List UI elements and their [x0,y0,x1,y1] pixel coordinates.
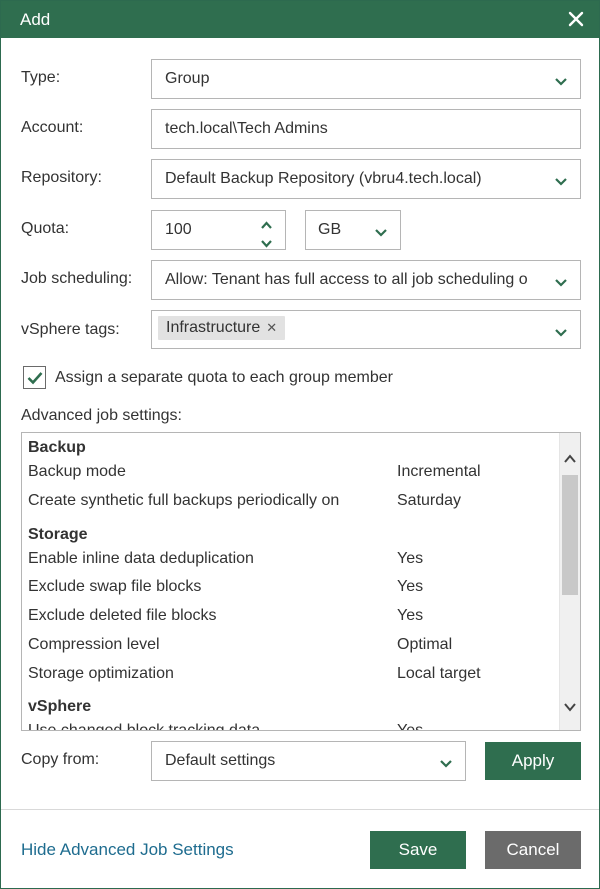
hide-advanced-settings-link[interactable]: Hide Advanced Job Settings [21,840,234,860]
setting-value: Yes [397,550,424,567]
quota-unit-select[interactable]: GB [305,210,401,250]
job-scheduling-value: Allow: Tenant has full access to all job… [165,271,528,288]
scrollbar-thumb[interactable] [562,475,578,595]
copy-from-select[interactable]: Default settings [151,741,466,781]
account-field[interactable]: tech.local\Tech Admins [151,109,581,149]
add-dialog: Add Type: Group Account: tech.local\Tech… [0,0,600,889]
chevron-up-icon[interactable] [563,451,577,463]
divider [1,809,599,810]
list-item[interactable]: Exclude deleted file blocks Yes [28,607,558,635]
type-select[interactable]: Group [151,59,581,99]
chevron-down-icon [554,325,568,337]
list-item[interactable]: Backup mode Incremental [28,463,558,491]
setting-name: Exclude swap file blocks [28,578,202,595]
quota-label: Quota: [21,220,70,237]
setting-value: Yes [397,607,424,624]
chevron-down-icon[interactable] [260,235,273,248]
job-scheduling-select[interactable]: Allow: Tenant has full access to all job… [151,260,581,300]
vsphere-tags-select[interactable]: Infrastructure ✕ [151,310,581,349]
account-value: tech.local\Tech Admins [165,120,328,137]
list-item[interactable]: Storage optimization Local target [28,665,558,693]
repository-value: Default Backup Repository (vbru4.tech.lo… [165,170,482,187]
setting-value: Optimal [397,636,453,653]
setting-name: Enable inline data deduplication [28,550,254,567]
chevron-up-icon[interactable] [260,217,273,229]
list-item[interactable]: Compression level Optimal [28,636,558,664]
remove-tag-icon[interactable]: ✕ [266,316,277,340]
section-header: vSphere [28,698,92,715]
setting-name: Compression level [28,636,160,653]
separate-quota-label: Assign a separate quota to each group me… [55,369,393,386]
quota-stepper[interactable]: 100 [151,210,286,250]
copy-from-label: Copy from: [21,751,100,768]
separate-quota-checkbox[interactable] [23,366,46,389]
tag-label: Infrastructure [166,319,261,336]
section-header: Backup [28,439,86,456]
chevron-down-icon [554,74,568,86]
advanced-settings-list[interactable]: Backup Backup mode Incremental Create sy… [21,432,581,731]
type-value: Group [165,70,210,87]
quota-value: 100 [165,221,192,238]
setting-name: Create synthetic full backups periodical… [28,492,340,509]
list-item[interactable]: Enable inline data deduplication Yes [28,550,558,578]
setting-name: Use changed block tracking data [28,722,261,731]
account-label: Account: [21,119,84,136]
tag-chip: Infrastructure ✕ [158,316,286,340]
setting-value: Saturday [397,492,462,509]
job-scheduling-label: Job scheduling: [21,270,133,287]
type-label: Type: [21,69,61,86]
close-icon[interactable] [567,10,585,28]
dialog-title: Add [20,10,51,29]
save-button[interactable]: Save [370,831,466,869]
section-header: Storage [28,526,88,543]
repository-select[interactable]: Default Backup Repository (vbru4.tech.lo… [151,159,581,199]
list-item[interactable]: Create synthetic full backups periodical… [28,492,558,520]
scrollbar[interactable] [559,433,580,730]
setting-value: Yes [397,722,424,731]
setting-value: Local target [397,665,481,682]
chevron-down-icon [374,225,388,237]
cancel-button[interactable]: Cancel [485,831,581,869]
chevron-down-icon [439,756,453,768]
list-item[interactable]: Exclude swap file blocks Yes [28,578,558,606]
chevron-down-icon [554,174,568,186]
setting-name: Exclude deleted file blocks [28,607,217,624]
checkmark-icon [27,372,43,385]
chevron-down-icon[interactable] [563,699,577,712]
quota-unit-value: GB [318,221,342,238]
repository-label: Repository: [21,169,102,186]
setting-name: Backup mode [28,463,126,480]
copy-from-value: Default settings [165,752,276,769]
apply-button[interactable]: Apply [485,742,581,780]
setting-value: Incremental [397,463,481,480]
title-bar: Add [1,1,599,38]
vsphere-tags-label: vSphere tags: [21,321,120,338]
list-item[interactable]: Use changed block tracking data Yes [28,722,558,731]
setting-value: Yes [397,578,424,595]
advanced-settings-label: Advanced job settings: [21,407,182,424]
setting-name: Storage optimization [28,665,174,682]
chevron-down-icon [554,275,568,287]
